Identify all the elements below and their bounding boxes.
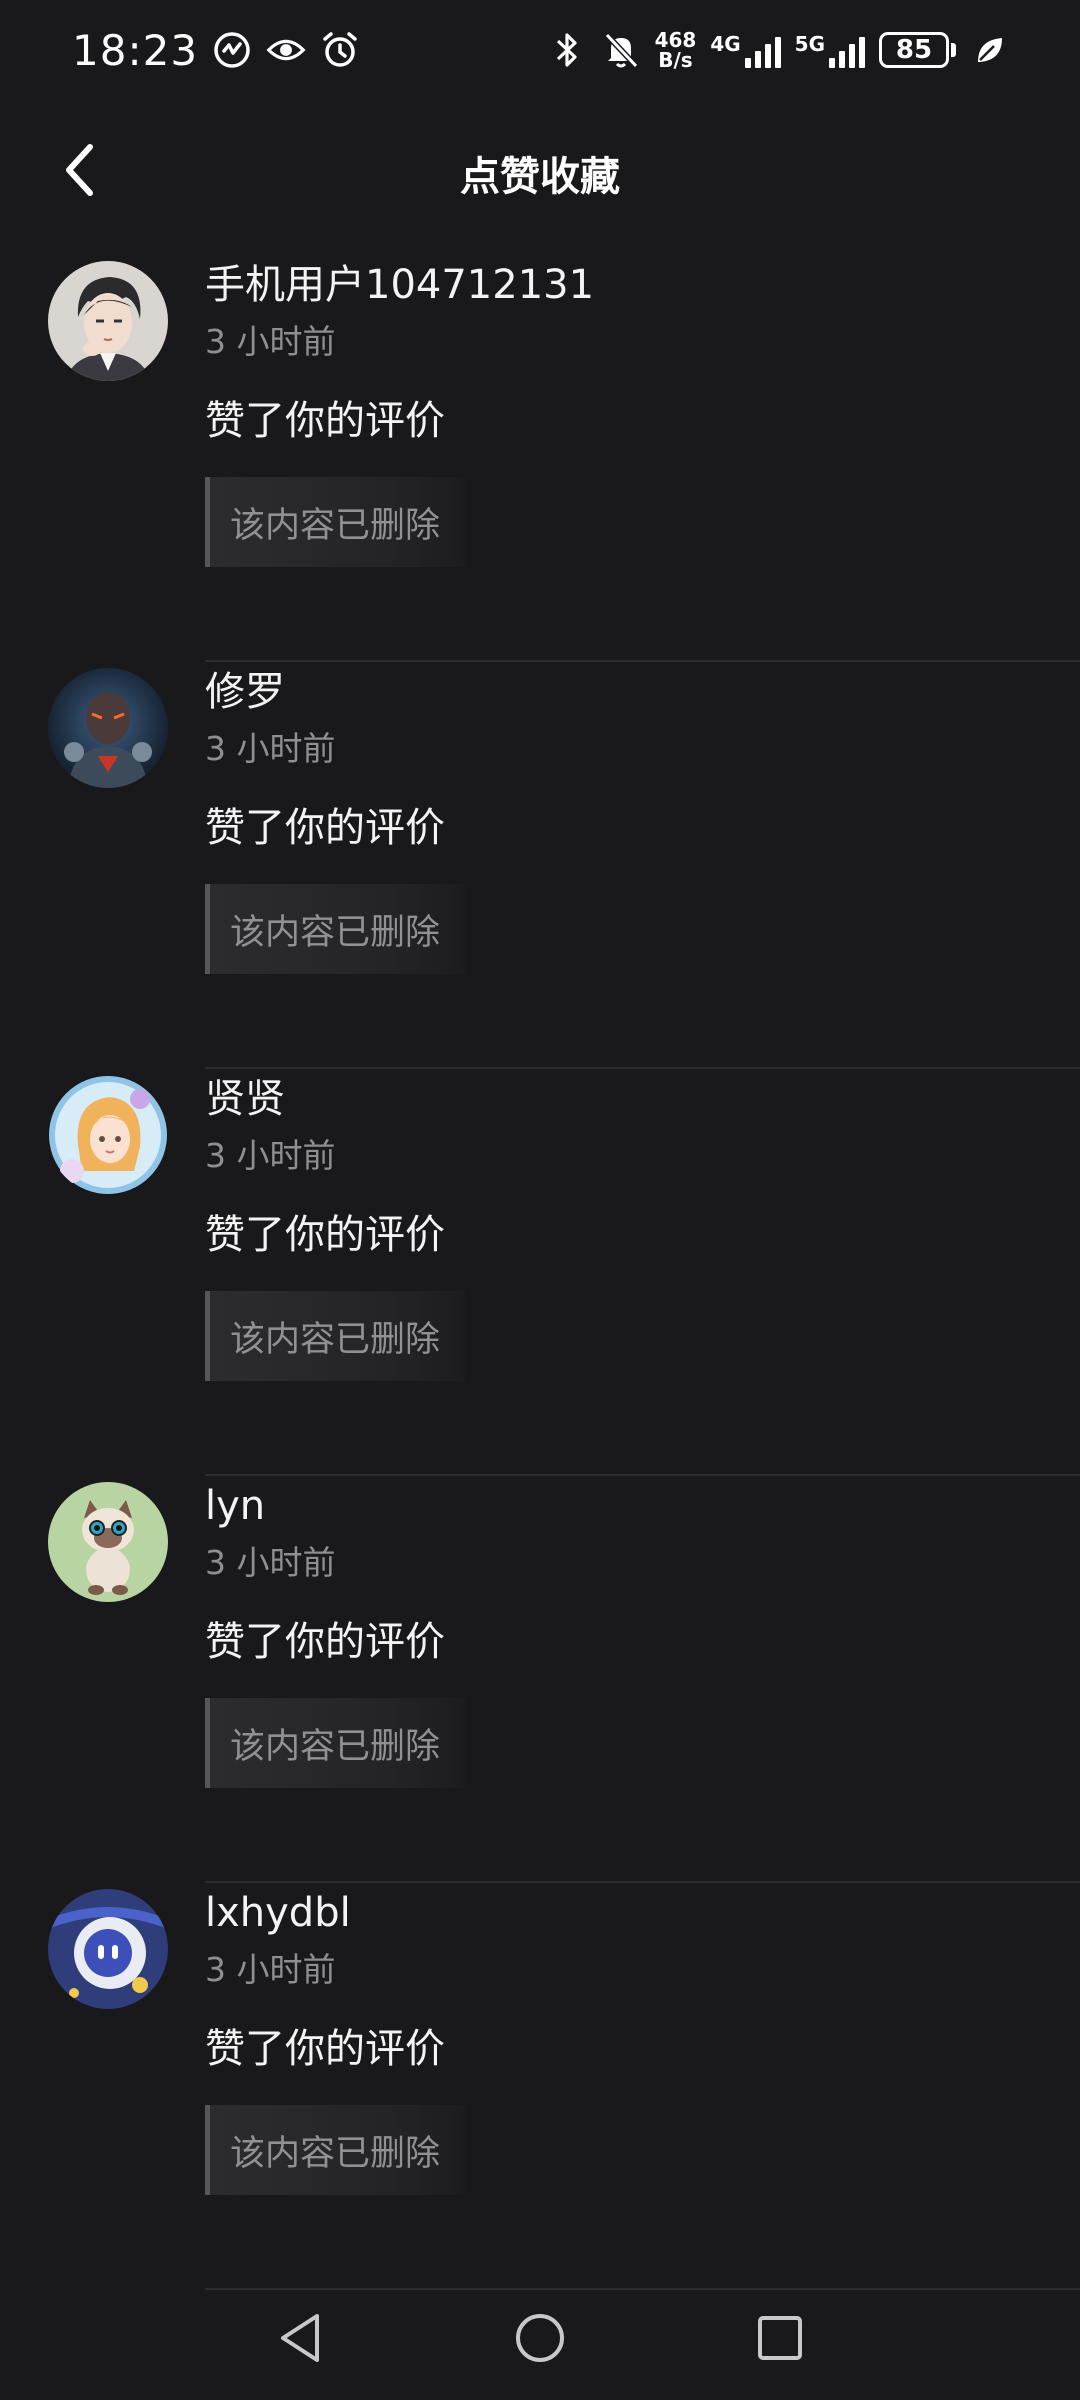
square-recents-icon bbox=[758, 2315, 802, 2360]
system-nav-bar bbox=[0, 2275, 1080, 2400]
triangle-back-icon bbox=[281, 2313, 319, 2362]
avatar[interactable] bbox=[48, 1889, 168, 2009]
action-text: 赞了你的评价 bbox=[205, 398, 445, 444]
signal-5g-label: 5G bbox=[794, 32, 825, 56]
action-text: 赞了你的评价 bbox=[205, 805, 445, 851]
quoted-content[interactable]: 该内容已删除 bbox=[205, 884, 465, 974]
screen: 18:23 468 B/s 4G 5G 85 点赞收藏 手机用户10471213… bbox=[0, 0, 1080, 2400]
network-speed: 468 B/s bbox=[655, 30, 697, 70]
status-right: 468 B/s 4G 5G 85 bbox=[547, 30, 1010, 70]
action-text: 赞了你的评价 bbox=[205, 1212, 445, 1258]
signal-bars-icon bbox=[829, 32, 865, 68]
circle-home-icon bbox=[516, 2313, 564, 2362]
timestamp: 3 小时前 bbox=[205, 322, 336, 361]
signal-5g: 5G bbox=[795, 32, 865, 68]
status-left: 18:23 bbox=[72, 26, 360, 75]
timestamp: 3 小时前 bbox=[205, 1950, 336, 1989]
notification-list[interactable]: 手机用户104712131 3 小时前 赞了你的评价 该内容已删除 修罗 3 小… bbox=[0, 255, 1080, 2290]
username[interactable]: 修罗 bbox=[205, 662, 1080, 722]
timestamp: 3 小时前 bbox=[205, 1136, 336, 1175]
eye-icon bbox=[266, 30, 306, 70]
back-button[interactable] bbox=[48, 138, 112, 202]
quoted-content[interactable]: 该内容已删除 bbox=[205, 1291, 465, 1381]
battery-icon: 85 bbox=[879, 32, 956, 68]
chevron-left-icon bbox=[66, 144, 93, 196]
quoted-content[interactable]: 该内容已删除 bbox=[205, 477, 465, 567]
status-bar: 18:23 468 B/s 4G 5G 85 bbox=[0, 0, 1080, 100]
item-body: 贤贤 3 小时前 赞了你的评价 该内容已删除 bbox=[205, 1069, 1080, 1381]
nav-recents-button[interactable] bbox=[750, 2308, 810, 2368]
action-text: 赞了你的评价 bbox=[205, 2026, 445, 2072]
signal-4g: 4G bbox=[710, 32, 781, 68]
list-item[interactable]: lyn 3 小时前 赞了你的评价 该内容已删除 bbox=[0, 1476, 1080, 1883]
avatar[interactable] bbox=[48, 1075, 168, 1195]
nav-back-button[interactable] bbox=[270, 2308, 330, 2368]
list-item[interactable]: 贤贤 3 小时前 赞了你的评价 该内容已删除 bbox=[0, 1069, 1080, 1476]
avatar-anime-man-icon bbox=[48, 261, 168, 381]
clock: 18:23 bbox=[72, 25, 199, 75]
alarm-icon bbox=[320, 30, 360, 70]
network-speed-unit: B/s bbox=[658, 48, 693, 72]
item-body: 修罗 3 小时前 赞了你的评价 该内容已删除 bbox=[205, 662, 1080, 974]
list-item[interactable]: lxhydbl 3 小时前 赞了你的评价 该内容已删除 bbox=[0, 1883, 1080, 2290]
avatar[interactable] bbox=[48, 668, 168, 788]
avatar[interactable] bbox=[48, 261, 168, 381]
item-body: 手机用户104712131 3 小时前 赞了你的评价 该内容已删除 bbox=[205, 255, 1080, 567]
bell-muted-icon bbox=[601, 30, 641, 70]
username[interactable]: 贤贤 bbox=[205, 1069, 1080, 1129]
quoted-content[interactable]: 该内容已删除 bbox=[205, 2105, 465, 2195]
nav-home-button[interactable] bbox=[510, 2308, 570, 2368]
item-body: lyn 3 小时前 赞了你的评价 该内容已删除 bbox=[205, 1476, 1080, 1788]
list-item[interactable]: 修罗 3 小时前 赞了你的评价 该内容已删除 bbox=[0, 662, 1080, 1069]
avatar-anime-girl-icon bbox=[48, 1075, 168, 1195]
avatar-armored-warrior-icon bbox=[48, 668, 168, 788]
username[interactable]: lxhydbl bbox=[205, 1883, 1080, 1943]
bluetooth-icon bbox=[547, 30, 587, 70]
avatar-cat-icon bbox=[48, 1482, 168, 1602]
timestamp: 3 小时前 bbox=[205, 729, 336, 768]
username[interactable]: 手机用户104712131 bbox=[205, 255, 1080, 315]
avatar-robot-icon bbox=[48, 1889, 168, 2009]
list-item[interactable]: 手机用户104712131 3 小时前 赞了你的评价 该内容已删除 bbox=[0, 255, 1080, 662]
leaf-icon bbox=[970, 30, 1010, 70]
signal-bars-icon bbox=[744, 32, 781, 68]
action-text: 赞了你的评价 bbox=[205, 1619, 445, 1665]
header: 点赞收藏 bbox=[0, 100, 1080, 245]
username[interactable]: lyn bbox=[205, 1476, 1080, 1536]
page-title: 点赞收藏 bbox=[460, 153, 620, 200]
avatar[interactable] bbox=[48, 1482, 168, 1602]
quoted-content[interactable]: 该内容已删除 bbox=[205, 1698, 465, 1788]
activity-icon bbox=[212, 30, 252, 70]
signal-4g-label: 4G bbox=[710, 32, 741, 56]
item-body: lxhydbl 3 小时前 赞了你的评价 该内容已删除 bbox=[205, 1883, 1080, 2195]
timestamp: 3 小时前 bbox=[205, 1543, 336, 1582]
battery-level: 85 bbox=[879, 32, 949, 68]
network-speed-value: 468 bbox=[654, 28, 697, 52]
